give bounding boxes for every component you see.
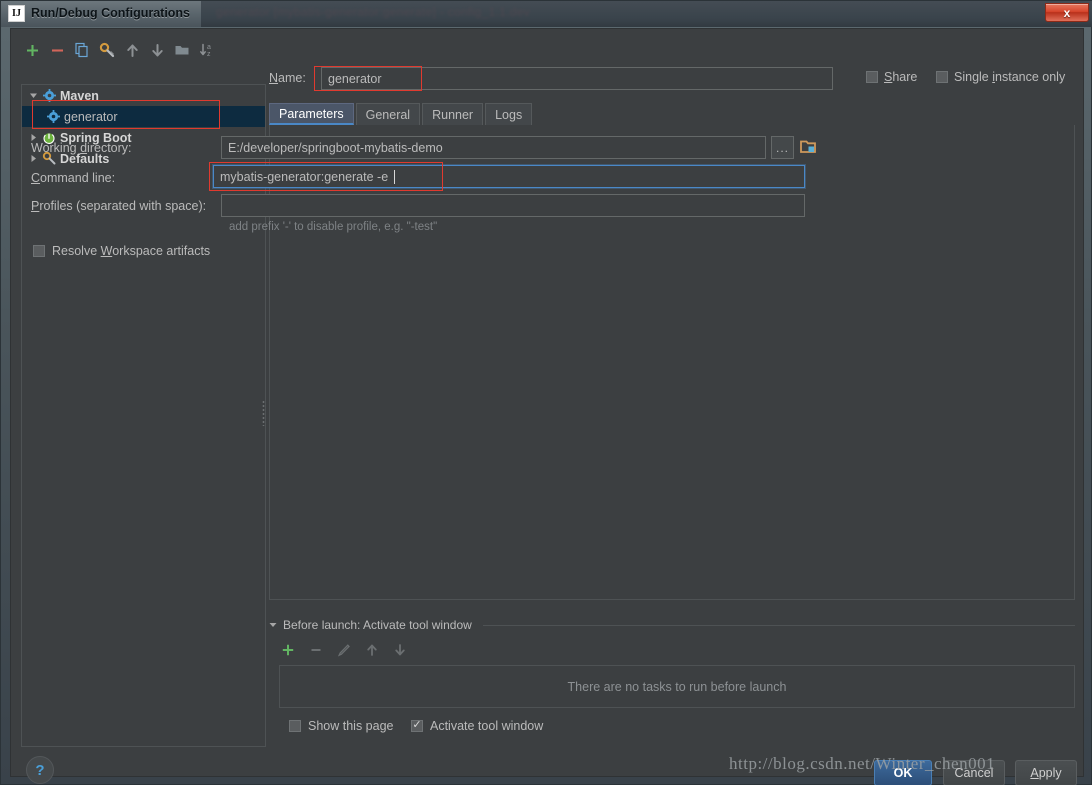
command-line-value: mybatis-generator:generate -e xyxy=(220,169,389,184)
twisty-collapsed-icon[interactable] xyxy=(26,154,40,163)
working-directory-browse-button[interactable]: ... xyxy=(771,136,794,159)
move-task-down-button xyxy=(389,639,411,661)
background-window-title: generator [mybatis-generator:generate] -… xyxy=(216,5,531,19)
command-line-input[interactable]: mybatis-generator:generate -e xyxy=(213,165,805,188)
copy-configuration-button[interactable] xyxy=(71,39,93,61)
configurations-toolbar: a z xyxy=(21,37,266,63)
cancel-button[interactable]: Cancel xyxy=(943,760,1005,785)
section-divider xyxy=(482,624,1075,626)
move-task-up-button xyxy=(361,639,383,661)
before-launch-toolbar xyxy=(277,639,411,661)
tab-label: Runner xyxy=(432,107,474,122)
tab-label: Logs xyxy=(495,107,523,122)
resolve-workspace-artifacts-checkbox[interactable]: Resolve Workspace artifacts xyxy=(33,244,210,258)
profiles-label: Profiles (separated with space): xyxy=(31,199,207,213)
share-checkbox[interactable]: Share xyxy=(866,70,917,84)
intellij-idea-icon: IJ xyxy=(8,5,25,22)
ellipsis-icon: ... xyxy=(775,140,789,155)
dialog-window: generator [mybatis-generator:generate] -… xyxy=(0,0,1092,785)
tab-logs[interactable]: Logs xyxy=(485,103,533,125)
working-directory-label: Working directory: xyxy=(31,141,132,155)
move-down-button[interactable] xyxy=(146,39,168,61)
before-launch-task-list[interactable]: There are no tasks to run before launch xyxy=(279,665,1075,708)
move-up-button[interactable] xyxy=(121,39,143,61)
maven-gear-icon xyxy=(44,110,62,123)
tree-item-generator[interactable]: generator xyxy=(22,106,265,127)
close-button[interactable]: x xyxy=(1045,3,1089,22)
tab-label: General xyxy=(365,107,411,122)
single-instance-checkbox[interactable]: Single instance only xyxy=(936,70,1065,84)
maven-gear-icon xyxy=(40,89,58,102)
tab-runner[interactable]: Runner xyxy=(422,103,484,125)
ok-button[interactable]: OK xyxy=(874,760,932,785)
twisty-expanded-icon[interactable] xyxy=(26,91,40,100)
activate-tool-window-checkbox[interactable]: Activate tool window xyxy=(411,719,543,733)
text-caret xyxy=(394,169,396,184)
before-launch-header[interactable]: Before launch: Activate tool window xyxy=(269,617,1075,633)
help-button[interactable]: ? xyxy=(26,756,54,784)
sort-configurations-button[interactable]: a z xyxy=(196,39,218,61)
tree-item-maven[interactable]: Maven xyxy=(22,85,265,106)
before-launch-empty-text: There are no tasks to run before launch xyxy=(567,679,787,694)
activate-tool-window-label: Activate tool window xyxy=(430,719,544,733)
tab-general[interactable]: General xyxy=(355,103,421,125)
tree-item-label: Maven xyxy=(60,88,99,103)
cancel-button-label: Cancel xyxy=(954,766,994,780)
remove-task-button xyxy=(305,639,327,661)
edit-templates-button[interactable] xyxy=(96,39,118,61)
show-this-page-checkbox[interactable]: Show this page xyxy=(289,719,393,733)
open-folder-icon[interactable] xyxy=(797,136,819,158)
create-folder-button[interactable] xyxy=(171,39,193,61)
resolve-workspace-artifacts-label: Resolve Workspace artifacts xyxy=(52,244,211,258)
tab-label: Parameters xyxy=(279,106,344,121)
checkbox-box-icon xyxy=(289,720,301,732)
name-input[interactable]: generator xyxy=(321,67,833,90)
add-configuration-button[interactable] xyxy=(21,39,43,61)
twisty-expanded-icon[interactable] xyxy=(269,621,278,629)
name-label: Name: xyxy=(269,71,306,85)
settings-tabs: Parameters General Runner Logs xyxy=(269,103,533,125)
working-directory-value: E:/developer/springboot-mybatis-demo xyxy=(228,140,443,155)
profiles-input[interactable] xyxy=(221,194,805,217)
checkbox-checked-icon xyxy=(411,720,423,732)
svg-text:z: z xyxy=(207,51,211,58)
profiles-hint: add prefix '-' to disable profile, e.g. … xyxy=(229,221,438,233)
dialog-body: a z Maven generator Spring Boot Defaults… xyxy=(10,28,1084,785)
checkbox-box-icon xyxy=(33,245,45,257)
svg-text:a: a xyxy=(207,44,211,51)
single-instance-label: Single instance only xyxy=(954,70,1066,84)
share-label: Share xyxy=(884,70,918,84)
checkbox-box-icon xyxy=(866,71,878,83)
question-mark-icon: ? xyxy=(35,761,45,779)
tab-parameters[interactable]: Parameters xyxy=(269,103,354,125)
tree-item-label: generator xyxy=(64,109,118,124)
remove-configuration-button[interactable] xyxy=(46,39,68,61)
close-icon: x xyxy=(1063,5,1071,20)
add-task-button[interactable] xyxy=(277,639,299,661)
edit-task-button xyxy=(333,639,355,661)
before-launch-title: Before launch: Activate tool window xyxy=(283,618,472,632)
working-directory-input[interactable]: E:/developer/springboot-mybatis-demo xyxy=(221,136,766,159)
command-line-label: Command line: xyxy=(31,171,116,185)
apply-button[interactable]: Apply xyxy=(1015,760,1077,785)
checkbox-box-icon xyxy=(936,71,948,83)
name-input-value: generator xyxy=(328,71,382,86)
title-bar: generator [mybatis-generator:generate] -… xyxy=(1,1,1092,27)
apply-button-label: Apply xyxy=(1030,766,1062,780)
window-title: Run/Debug Configurations xyxy=(31,6,191,20)
splitter-grip-icon xyxy=(262,400,265,426)
show-this-page-label: Show this page xyxy=(308,719,394,733)
ok-button-label: OK xyxy=(893,766,913,780)
